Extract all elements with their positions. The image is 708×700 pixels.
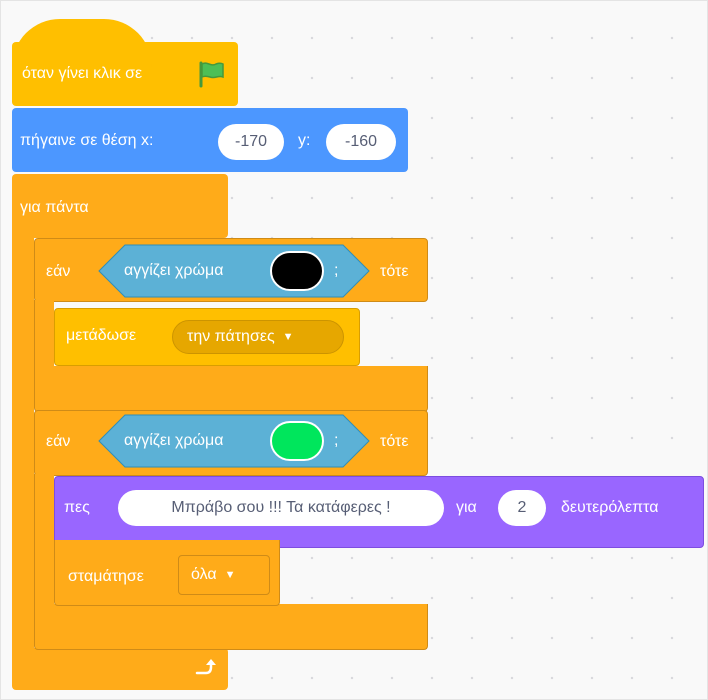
broadcast-message-text: την πάτησες bbox=[187, 328, 275, 345]
question-mark-1: ; bbox=[334, 262, 339, 279]
stop-option-text: όλα bbox=[191, 566, 217, 583]
green-flag-icon bbox=[197, 60, 227, 88]
broadcast-label: μετάδωσε bbox=[66, 327, 137, 344]
if-1-arm bbox=[34, 300, 54, 370]
if-2-bottom bbox=[34, 604, 428, 650]
say-seconds-input[interactable]: 2 bbox=[498, 490, 546, 526]
if-2-label: εάν bbox=[46, 433, 71, 450]
goto-label: πήγαινε σε θέση x: bbox=[20, 132, 154, 149]
loop-arrow-icon bbox=[193, 655, 217, 679]
forever-label: για πάντα bbox=[20, 199, 89, 216]
stop-option-dropdown[interactable]: όλα ▼ bbox=[178, 555, 270, 595]
dropdown-arrow-icon: ▼ bbox=[282, 331, 294, 343]
stop-label: σταμάτησε bbox=[68, 568, 144, 585]
say-seconds-label: δευτερόλεπτα bbox=[561, 499, 659, 516]
y-label: y: bbox=[298, 132, 311, 149]
color-swatch-2[interactable] bbox=[270, 421, 324, 461]
question-mark-2: ; bbox=[334, 432, 339, 449]
forever-arm bbox=[12, 230, 34, 650]
if-1-label: εάν bbox=[46, 263, 71, 280]
hat-label: όταν γίνει κλικ σε bbox=[22, 65, 143, 82]
say-message-input[interactable]: Μπράβο σου !!! Τα κατάφερες ! bbox=[118, 490, 444, 526]
x-value-input[interactable]: -170 bbox=[218, 124, 284, 160]
touching-color-label-2: αγγίζει χρώμα bbox=[124, 432, 224, 449]
then-label-2: τότε bbox=[380, 433, 409, 450]
dropdown-arrow-icon: ▼ bbox=[224, 569, 236, 581]
say-for-label: για bbox=[456, 499, 477, 516]
touching-color-label-1: αγγίζει χρώμα bbox=[124, 262, 224, 279]
then-label-1: τότε bbox=[380, 263, 409, 280]
broadcast-message-dropdown[interactable]: την πάτησες ▼ bbox=[172, 320, 344, 354]
if-1-bottom bbox=[34, 366, 428, 412]
y-value-input[interactable]: -160 bbox=[326, 124, 396, 160]
color-swatch-1[interactable] bbox=[270, 251, 324, 291]
say-label: πες bbox=[64, 499, 90, 516]
if-2-arm bbox=[34, 474, 54, 608]
